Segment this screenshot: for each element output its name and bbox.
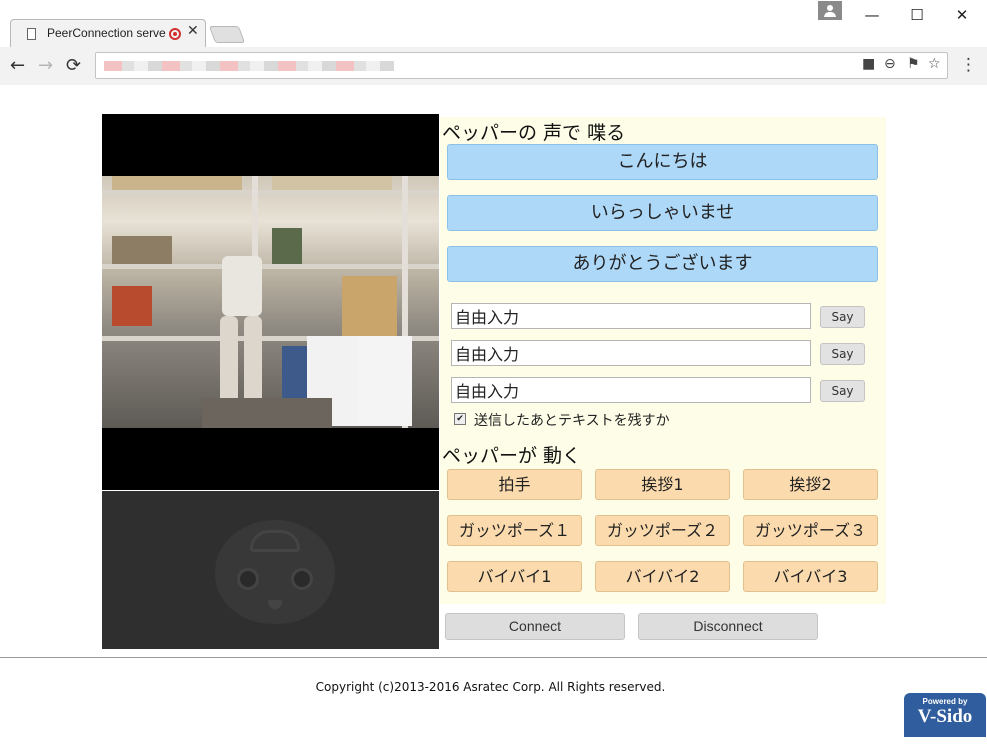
speak-button-hello[interactable]: こんにちは xyxy=(447,144,878,180)
reload-button[interactable]: ⟳ xyxy=(66,55,81,76)
extension-icon[interactable]: ⚑ xyxy=(907,56,920,72)
remote-video xyxy=(102,114,439,490)
footer-divider xyxy=(0,657,987,658)
move-button-guts-pose-2[interactable]: ガッツポーズ２ xyxy=(595,515,730,546)
free-text-input-1[interactable] xyxy=(451,303,811,329)
page-content: ペッパーの 声で 喋る こんにちは いらっしゃいませ ありがとうございます Sa… xyxy=(0,86,987,750)
badge-powered-by: Powered by xyxy=(922,697,968,706)
browser-menu-icon[interactable]: ⋮ xyxy=(960,55,977,75)
user-profile-icon[interactable] xyxy=(818,1,842,20)
vsido-logo: Powered by V-Sido xyxy=(904,693,986,737)
forward-button[interactable]: → xyxy=(38,55,53,76)
free-text-input-2[interactable] xyxy=(451,340,811,366)
speak-button-welcome[interactable]: いらっしゃいませ xyxy=(447,195,878,231)
free-text-input-3[interactable] xyxy=(451,377,811,403)
tab-title: PeerConnection serve xyxy=(47,26,166,40)
speak-button-thanks[interactable]: ありがとうございます xyxy=(447,246,878,282)
move-button-guts-pose-3[interactable]: ガッツポーズ３ xyxy=(743,515,878,546)
robot-leg xyxy=(244,316,262,411)
say-button-1[interactable]: Say xyxy=(820,306,865,328)
move-button-clap[interactable]: 拍手 xyxy=(447,469,582,500)
camera-icon[interactable]: ■ xyxy=(862,56,875,72)
tab-close-icon[interactable]: ✕ xyxy=(187,23,199,39)
floor xyxy=(202,398,332,428)
recording-icon xyxy=(169,28,181,40)
url-redacted xyxy=(104,61,394,71)
move-button-guts-pose-1[interactable]: ガッツポーズ１ xyxy=(447,515,582,546)
title-bar: PeerConnection serve ✕ — ☐ ✕ xyxy=(0,0,987,48)
move-button-greet-1[interactable]: 挨拶1 xyxy=(595,469,730,500)
robot-leg xyxy=(220,316,238,411)
move-section-title: ペッパーが 動く xyxy=(442,445,582,467)
say-button-3[interactable]: Say xyxy=(820,380,865,402)
minimize-button[interactable]: — xyxy=(857,6,887,24)
maximize-button[interactable]: ☐ xyxy=(902,6,932,24)
robot-torso xyxy=(222,256,262,316)
keep-text-label: 送信したあとテキストを残すか xyxy=(474,413,670,429)
keep-text-checkbox[interactable]: ✔ xyxy=(454,413,466,425)
badge-brand: V-Sido xyxy=(917,706,973,727)
box xyxy=(272,176,392,190)
shelf xyxy=(102,190,439,195)
shelf xyxy=(102,264,439,269)
browser-toolbar: ← → ⟳ ■ ⊖ ⚑ ☆ ⋮ xyxy=(0,47,987,85)
box xyxy=(112,286,152,326)
browser-chrome: PeerConnection serve ✕ — ☐ ✕ ← → ⟳ ■ ⊖ ⚑… xyxy=(0,0,987,85)
box xyxy=(112,176,242,190)
back-button[interactable]: ← xyxy=(10,55,25,76)
bin xyxy=(357,336,412,426)
say-button-2[interactable]: Say xyxy=(820,343,865,365)
new-tab-button[interactable] xyxy=(208,26,246,43)
disconnect-button[interactable]: Disconnect xyxy=(638,613,818,640)
move-button-bye-1[interactable]: バイバイ1 xyxy=(447,561,582,592)
zoom-icon[interactable]: ⊖ xyxy=(884,56,896,72)
browser-tab[interactable]: PeerConnection serve ✕ xyxy=(10,19,206,48)
move-button-bye-2[interactable]: バイバイ2 xyxy=(595,561,730,592)
copyright-text: Copyright (c)2013-2016 Asratec Corp. All… xyxy=(315,680,666,694)
box xyxy=(342,276,397,336)
connect-button[interactable]: Connect xyxy=(445,613,625,640)
control-panel: ペッパーの 声で 喋る こんにちは いらっしゃいませ ありがとうございます Sa… xyxy=(440,117,886,604)
move-button-bye-3[interactable]: バイバイ3 xyxy=(743,561,878,592)
address-bar[interactable]: ■ ⊖ ⚑ ☆ xyxy=(95,52,948,79)
bookmark-star-icon[interactable]: ☆ xyxy=(928,56,941,72)
keep-text-option: ✔ 送信したあとテキストを残すか xyxy=(454,410,670,430)
document-icon xyxy=(27,28,36,40)
box xyxy=(112,236,172,264)
camera-feed xyxy=(102,176,439,428)
pepper-placeholder-icon xyxy=(215,520,335,624)
move-button-greet-2[interactable]: 挨拶2 xyxy=(743,469,878,500)
close-window-button[interactable]: ✕ xyxy=(947,6,977,24)
box xyxy=(272,228,302,264)
local-video xyxy=(102,491,439,649)
speak-section-title: ペッパーの 声で 喋る xyxy=(442,122,626,144)
